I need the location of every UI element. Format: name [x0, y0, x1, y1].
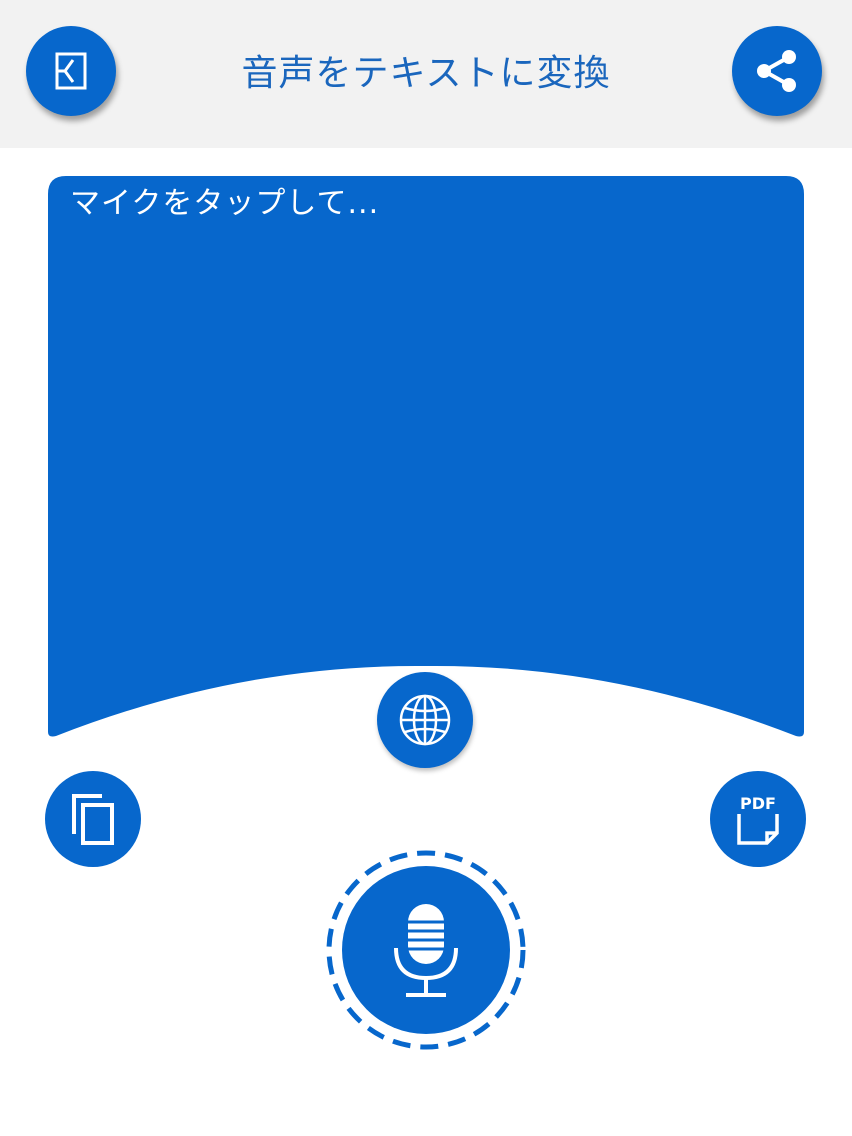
pdf-icon-label: PDF [740, 794, 776, 813]
pdf-export-button[interactable]: PDF [710, 771, 806, 867]
pdf-icon: PDF [737, 794, 779, 845]
exit-icon [55, 52, 87, 90]
microphone-icon [394, 904, 458, 997]
exit-button[interactable] [26, 26, 116, 116]
microphone-button[interactable] [342, 866, 510, 1034]
transcript-placeholder: マイクをタップして... [70, 186, 380, 221]
copy-icon [72, 794, 114, 845]
speech-to-text-screen: 音声をテキストに変換 マイクをタップして... PDF [0, 0, 852, 1136]
text-area-background [48, 176, 804, 737]
share-icon [757, 50, 796, 92]
header-bar: 音声をテキストに変換 [0, 0, 852, 148]
globe-icon [399, 694, 451, 746]
share-button[interactable] [732, 26, 822, 116]
language-button[interactable] [377, 672, 473, 768]
copy-button[interactable] [45, 771, 141, 867]
page-title: 音声をテキストに変換 [241, 53, 611, 94]
transcript-text-area[interactable]: マイクをタップして... [48, 176, 804, 746]
